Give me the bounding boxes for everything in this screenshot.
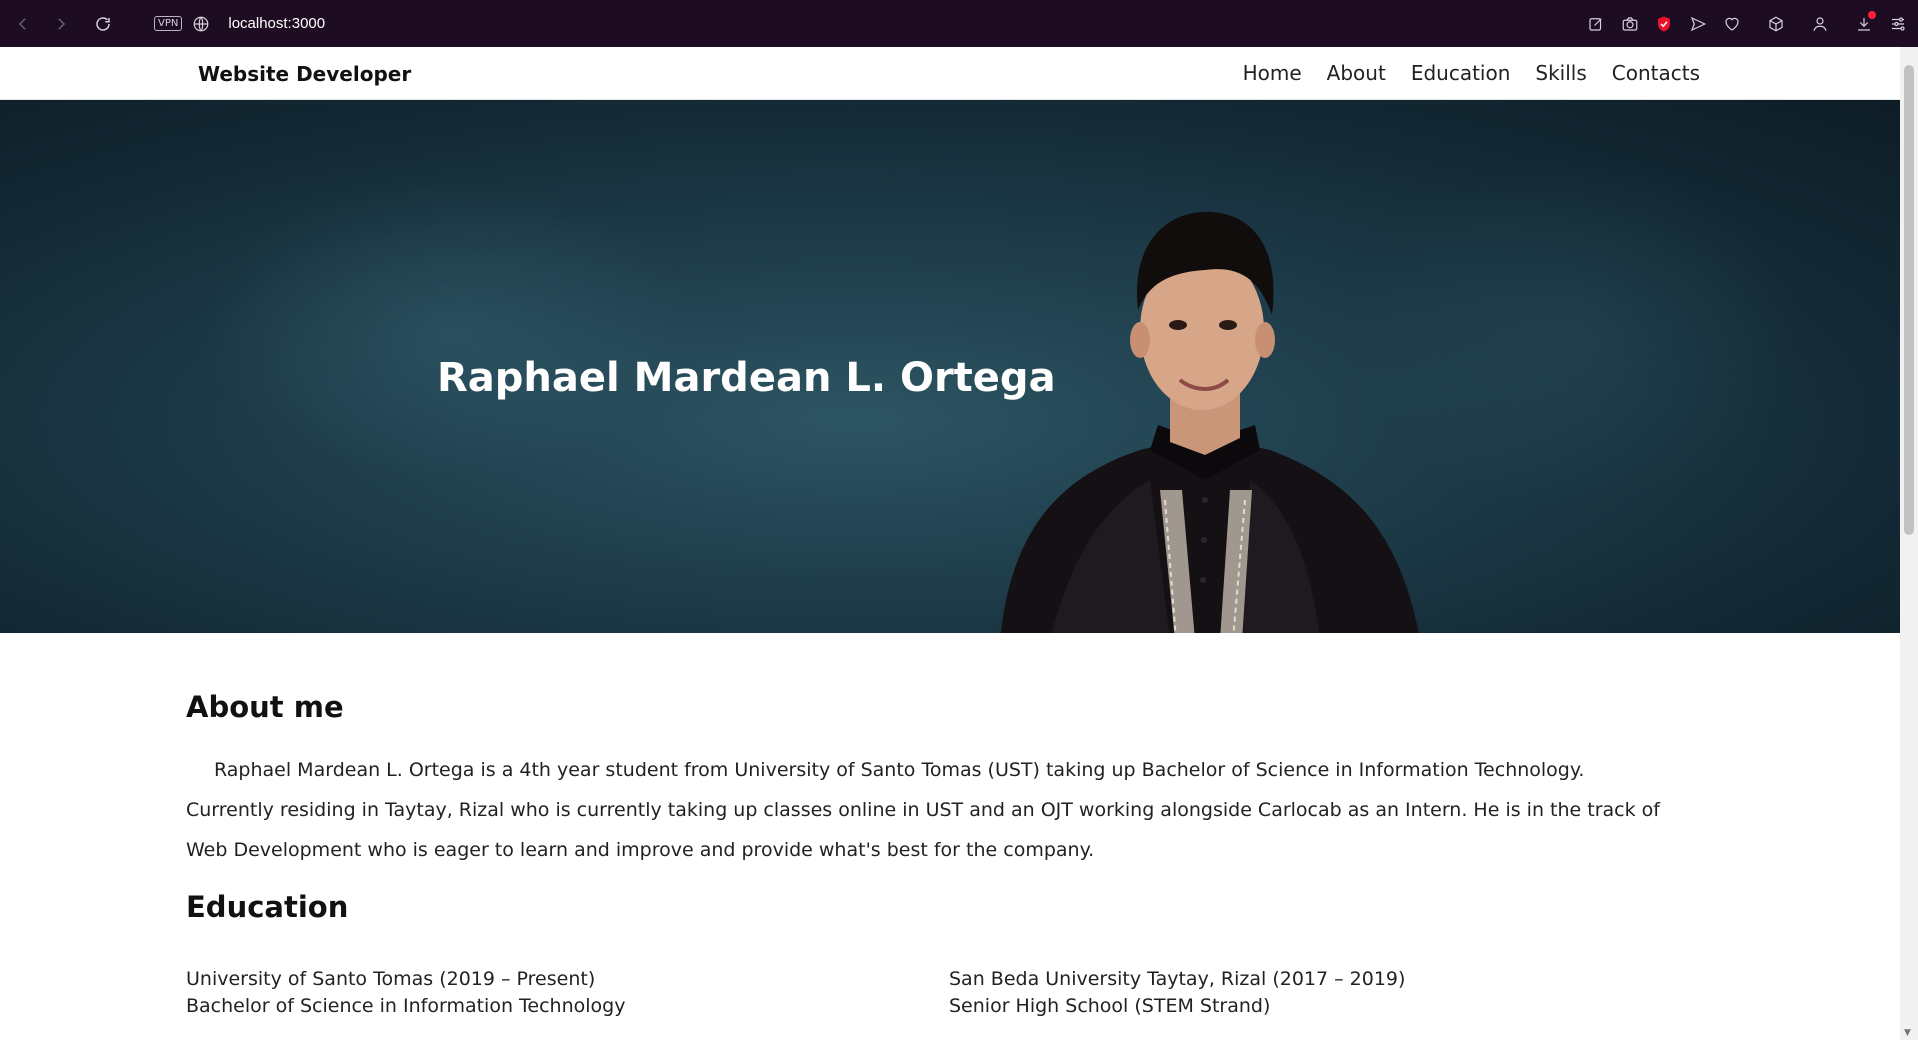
about-heading: About me bbox=[186, 690, 344, 724]
nav-link-contacts[interactable]: Contacts bbox=[1612, 61, 1700, 85]
forward-button[interactable] bbox=[46, 9, 76, 39]
about-paragraph: Raphael Mardean L. Ortega is a 4th year … bbox=[186, 759, 1660, 861]
globe-icon bbox=[194, 16, 209, 31]
user-icon bbox=[1813, 16, 1827, 31]
page-scrollbar[interactable]: ▼ bbox=[1900, 47, 1918, 1040]
address-bar[interactable]: localhost:3000 bbox=[228, 15, 325, 32]
education-school: University of Santo Tomas (2019 – Presen… bbox=[186, 968, 596, 990]
back-button[interactable] bbox=[8, 9, 38, 39]
nav-link-skills[interactable]: Skills bbox=[1535, 61, 1586, 85]
extensions-button[interactable] bbox=[1766, 14, 1786, 34]
settings-menu-button[interactable] bbox=[1888, 14, 1908, 34]
education-program: Bachelor of Science in Information Techn… bbox=[186, 995, 626, 1017]
forward-arrow-icon bbox=[58, 17, 66, 30]
main-content: About me Raphael Mardean L. Ortega is a … bbox=[186, 690, 1676, 1026]
education-entry: University of Santo Tomas (2019 – Presen… bbox=[186, 966, 625, 1020]
sliders-icon bbox=[1892, 16, 1905, 31]
edit-icon bbox=[1589, 17, 1602, 31]
hero-texture bbox=[200, 180, 700, 480]
education-school: San Beda University Taytay, Rizal (2017 … bbox=[949, 968, 1406, 990]
site-navbar: Website Developer Home About Education S… bbox=[0, 47, 1900, 100]
send-button[interactable] bbox=[1688, 14, 1708, 34]
nav-link-education[interactable]: Education bbox=[1411, 61, 1511, 85]
shield-icon bbox=[1658, 16, 1670, 31]
scroll-down-arrow-icon[interactable]: ▼ bbox=[1904, 1028, 1911, 1038]
education-list: University of Santo Tomas (2019 – Presen… bbox=[186, 966, 1676, 1026]
site-brand[interactable]: Website Developer bbox=[198, 62, 411, 86]
profile-button[interactable] bbox=[1810, 14, 1830, 34]
camera-icon bbox=[1622, 16, 1638, 31]
screenshot-button[interactable] bbox=[1620, 14, 1640, 34]
portrait-photo bbox=[1000, 211, 1419, 633]
vpn-badge[interactable]: VPN bbox=[154, 16, 183, 31]
favorites-button[interactable] bbox=[1722, 14, 1742, 34]
education-heading: Education bbox=[186, 890, 349, 924]
heart-icon bbox=[1725, 17, 1739, 31]
reload-icon bbox=[96, 16, 110, 31]
hero-banner: Raphael Mardean L. Ortega bbox=[0, 100, 1900, 633]
send-icon bbox=[1690, 16, 1707, 31]
education-entry: San Beda University Taytay, Rizal (2017 … bbox=[949, 966, 1405, 1020]
hero-title: Raphael Mardean L. Ortega bbox=[437, 355, 1056, 401]
back-arrow-icon bbox=[18, 17, 26, 30]
edit-page-button[interactable] bbox=[1586, 14, 1606, 34]
downloads-button[interactable] bbox=[1854, 10, 1876, 34]
education-program: Senior High School (STEM Strand) bbox=[949, 995, 1271, 1017]
cube-icon bbox=[1769, 16, 1783, 31]
nav-menu: Home About Education Skills Contacts bbox=[1243, 61, 1700, 85]
browser-toolbar: VPN localhost:3000 bbox=[0, 0, 1918, 47]
adblock-button[interactable] bbox=[1654, 14, 1674, 34]
reload-button[interactable] bbox=[88, 9, 118, 39]
nav-link-home[interactable]: Home bbox=[1243, 61, 1302, 85]
scrollbar-thumb[interactable] bbox=[1904, 65, 1914, 535]
nav-link-about[interactable]: About bbox=[1327, 61, 1386, 85]
notification-dot bbox=[1868, 10, 1876, 19]
